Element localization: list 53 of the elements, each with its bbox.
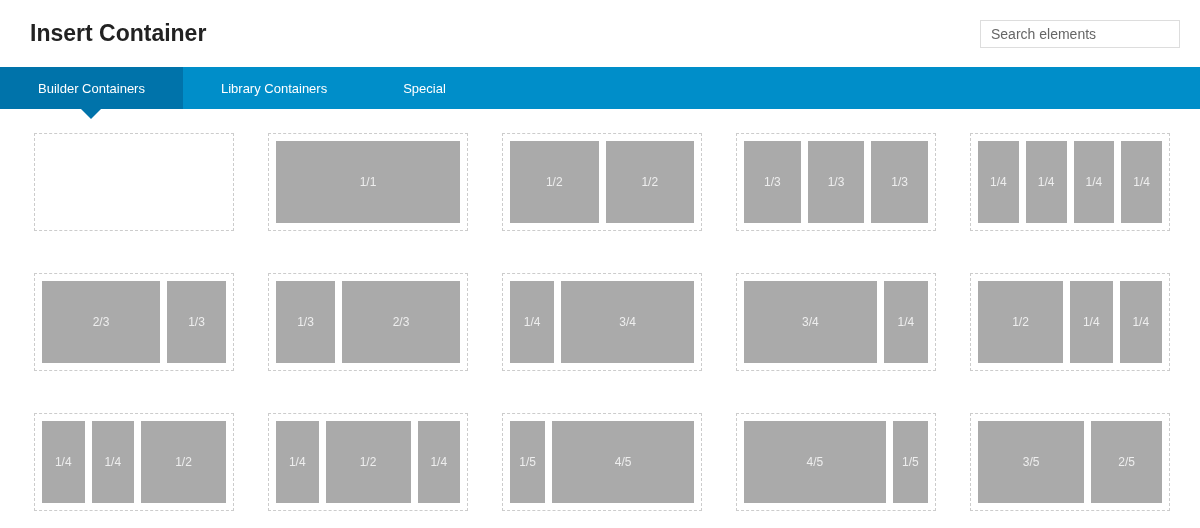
column-block: 3/5 <box>978 421 1085 503</box>
column-block: 1/4 <box>1025 141 1067 223</box>
column-block: 1/4 <box>417 421 460 503</box>
column-block: 1/5 <box>510 421 546 503</box>
column-block: 1/4 <box>42 421 85 503</box>
container-option[interactable]: 1/2 1/2 <box>502 133 702 231</box>
container-option[interactable]: 3/4 1/4 <box>736 273 936 371</box>
column-block: 1/2 <box>510 141 599 223</box>
column-block: 1/3 <box>807 141 865 223</box>
column-block: 1/4 <box>91 421 134 503</box>
column-block: 1/3 <box>167 281 226 363</box>
column-block: 1/4 <box>978 141 1019 223</box>
column-block: 1/3 <box>744 141 801 223</box>
column-block: 1/2 <box>325 421 411 503</box>
column-block: 1/4 <box>1121 141 1162 223</box>
container-option[interactable]: 1/4 1/2 1/4 <box>268 413 468 511</box>
container-option[interactable]: 2/3 1/3 <box>34 273 234 371</box>
column-block: 1/2 <box>978 281 1063 363</box>
column-block: 1/4 <box>510 281 555 363</box>
tab[interactable]: Special <box>365 67 484 109</box>
column-block: 2/3 <box>342 281 460 363</box>
column-block: 1/4 <box>1070 281 1113 363</box>
container-option[interactable]: 1/5 4/5 <box>502 413 702 511</box>
container-option[interactable] <box>34 133 234 231</box>
column-block: 2/5 <box>1091 421 1162 503</box>
column-block: 1/3 <box>276 281 335 363</box>
column-block: 1/2 <box>141 421 226 503</box>
column-block: 3/4 <box>744 281 877 363</box>
pointer-icon <box>81 109 102 119</box>
tab[interactable]: Library Containers <box>182 67 366 109</box>
search-field[interactable]: Search elements <box>980 19 1180 48</box>
container-option[interactable]: 1/4 1/4 1/2 <box>34 413 234 511</box>
column-block: 1/4 <box>276 421 319 503</box>
column-block: 1/5 <box>892 421 928 503</box>
column-block: 1/3 <box>871 141 928 223</box>
column-block: 1/1 <box>276 141 460 223</box>
page-title: Insert Container <box>30 20 207 47</box>
container-option[interactable]: 1/4 1/4 1/4 1/4 <box>970 133 1170 231</box>
container-option[interactable]: 1/3 1/3 1/3 <box>736 133 936 231</box>
column-block: 2/3 <box>42 281 160 363</box>
container-option[interactable]: 4/5 1/5 <box>736 413 936 511</box>
column-block: 1/4 <box>883 281 928 363</box>
column-block: 1/4 <box>1119 281 1162 363</box>
container-option[interactable]: 3/5 2/5 <box>970 413 1170 511</box>
column-block: 1/2 <box>605 141 694 223</box>
column-block: 3/4 <box>561 281 694 363</box>
container-option[interactable]: 1/2 1/4 1/4 <box>970 273 1170 371</box>
container-option[interactable]: 1/3 2/3 <box>268 273 468 371</box>
column-block: 1/4 <box>1073 141 1115 223</box>
container-option[interactable]: 1/1 <box>268 133 468 231</box>
column-block: 4/5 <box>744 421 886 503</box>
container-option[interactable]: 1/4 3/4 <box>502 273 702 371</box>
column-block: 4/5 <box>552 421 694 503</box>
